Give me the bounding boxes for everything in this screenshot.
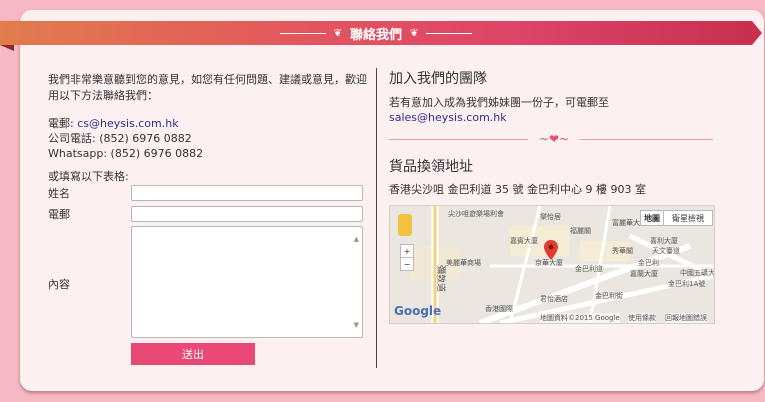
- page-title: 聯絡我們: [349, 27, 402, 43]
- satellite-view-button[interactable]: 衛星檢視: [663, 210, 713, 226]
- map-terms-link[interactable]: 使用條款: [628, 313, 656, 323]
- location-map[interactable]: 尖沙咀遊樂場利會 樂怡居 嘉賓大廈 福麗閣 富麗華大廈 秀華閣 天文臺道 中國五…: [389, 205, 715, 324]
- pickup-address: 香港尖沙咀 金巴利道 35 號 金巴利中心 9 樓 903 室: [389, 183, 646, 196]
- email-field-label: 電郵: [48, 208, 70, 221]
- map-report-link[interactable]: 回報地圖錯誤: [665, 313, 707, 323]
- email-link[interactable]: cs@heysis.com.hk: [77, 117, 178, 130]
- name-label: 姓名: [48, 187, 70, 200]
- map-attribution: 地圖資料©2015 Google: [540, 313, 620, 323]
- zoom-in-button[interactable]: +: [400, 244, 414, 258]
- map-label: 天文臺道: [652, 247, 680, 255]
- flourish-icon: ❦: [410, 27, 419, 39]
- zoom-out-button[interactable]: −: [400, 257, 414, 271]
- flourish-icon: ❦: [333, 27, 342, 39]
- content-label: 內容: [48, 278, 70, 291]
- whatsapp-line: Whatsapp: (852) 6976 0882: [48, 147, 204, 160]
- sales-email-link[interactable]: sales@heysis.com.hk: [389, 110, 609, 125]
- map-label: 樂怡居: [540, 213, 561, 221]
- flourish-divider-icon: ~❤~: [528, 131, 580, 147]
- email-input[interactable]: [131, 206, 363, 222]
- map-view-button[interactable]: 地圖: [640, 210, 664, 226]
- pickup-title: 貨品換領地址: [389, 159, 473, 175]
- contact-info: 我們非常樂意聽到您的意見，如您有任何問題、建議或意見，歡迎用以下方法聯絡我們： …: [48, 72, 368, 185]
- column-divider: [376, 68, 377, 368]
- map-label: 喜利大廈: [650, 237, 678, 245]
- contact-details: 電郵: cs@heysis.com.hk 公司電話: (852) 6976 08…: [48, 116, 368, 161]
- street-label: 彌敦道: [435, 264, 446, 293]
- email-label: 電郵:: [48, 117, 78, 130]
- map-label: 香港國際: [485, 305, 513, 313]
- join-description: 若有意加入成為我們姊妹團一份子，可電郵至: [389, 96, 609, 109]
- contact-intro: 我們非常樂意聽到您的意見，如您有任何問題、建議或意見，歡迎用以下方法聯絡我們：: [48, 73, 367, 102]
- map-label: 秀華閣: [612, 247, 633, 255]
- phone-line: 公司電話: (852) 6976 0882: [48, 132, 192, 145]
- ribbon-tail: [752, 21, 762, 45]
- scroll-down-icon[interactable]: ▼: [354, 321, 359, 329]
- map-label: 金巴利道: [575, 265, 603, 273]
- google-logo: Google: [394, 304, 442, 318]
- ribbon-line-left: [279, 32, 326, 34]
- join-title: 加入我們的團隊: [389, 71, 487, 87]
- form-hint: 或填寫以下表格:: [48, 170, 129, 183]
- content-textarea[interactable]: ▲ ▼: [131, 226, 363, 338]
- map-label: 美麗華商場: [446, 259, 481, 267]
- street-view-pegman-icon[interactable]: [398, 214, 412, 236]
- map-label: 金巴利: [638, 259, 659, 267]
- submit-button[interactable]: 送出: [131, 343, 255, 365]
- map-label: 君怡酒店: [540, 295, 568, 303]
- location-pin-icon[interactable]: [544, 240, 558, 260]
- map-label: 嘉賓大廈: [510, 237, 538, 245]
- map-label: 中國五礦大廈: [680, 269, 715, 277]
- map-label: 福麗閣: [570, 227, 591, 235]
- join-text: 若有意加入成為我們姊妹團一份子，可電郵至 sales@heysis.com.hk: [389, 95, 609, 125]
- map-label: 金巴利1A號: [668, 280, 706, 288]
- scroll-up-icon[interactable]: ▲: [354, 235, 359, 243]
- email-line: 電郵: cs@heysis.com.hk: [48, 116, 368, 131]
- map-label: 尖沙咀遊樂場利會: [448, 210, 504, 218]
- ribbon-fold: [0, 45, 14, 51]
- ribbon-line-right: [426, 32, 473, 34]
- map-label: 金巴利街: [595, 292, 623, 300]
- map-label: 嘉蘭大廈: [630, 270, 658, 278]
- name-input[interactable]: [131, 185, 363, 201]
- header-title-wrap: ❦ 聯絡我們 ❦: [0, 21, 752, 45]
